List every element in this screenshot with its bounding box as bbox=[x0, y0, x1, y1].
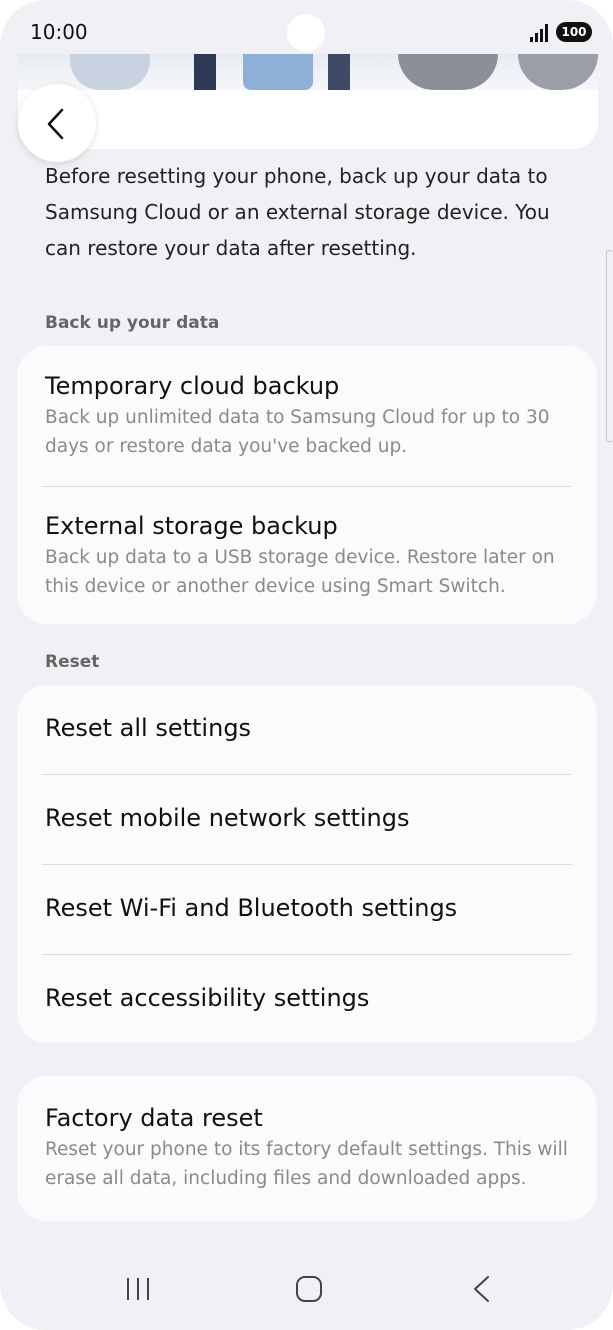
factory-reset-card: Factory data reset Reset your phone to i… bbox=[17, 1076, 597, 1221]
phone-screen: 10:00 100 Before resetting your phone, b… bbox=[0, 0, 613, 1330]
reset-mobile-network-settings-item[interactable]: Reset mobile network settings bbox=[45, 804, 410, 832]
reset-card: Reset all settings Reset mobile network … bbox=[17, 685, 597, 1043]
section-title-backup: Back up your data bbox=[45, 313, 220, 333]
recents-icon[interactable] bbox=[124, 1275, 152, 1303]
section-title-reset: Reset bbox=[45, 652, 100, 672]
signal-icon bbox=[530, 24, 548, 42]
item-description: Back up data to a USB storage device. Re… bbox=[45, 547, 555, 597]
illustration-shape bbox=[328, 54, 350, 90]
temporary-cloud-backup-item[interactable]: Temporary cloud backup Back up unlimited… bbox=[45, 372, 575, 461]
backup-card: Temporary cloud backup Back up unlimited… bbox=[17, 346, 597, 624]
status-bar: 10:00 100 bbox=[0, 0, 613, 56]
intro-text: Before resetting your phone, back up you… bbox=[45, 164, 550, 260]
front-camera bbox=[287, 14, 325, 52]
header-illustration bbox=[18, 54, 598, 149]
battery-icon: 100 bbox=[556, 22, 592, 42]
back-button[interactable] bbox=[18, 84, 96, 162]
home-icon[interactable] bbox=[295, 1275, 323, 1303]
factory-data-reset-item[interactable]: Factory data reset Reset your phone to i… bbox=[45, 1104, 575, 1193]
navigation-bar bbox=[0, 1255, 613, 1330]
chevron-left-icon bbox=[47, 108, 64, 140]
item-title: External storage backup bbox=[45, 512, 338, 540]
illustration-shape bbox=[194, 54, 216, 90]
item-description: Reset your phone to its factory default … bbox=[45, 1139, 568, 1189]
external-storage-backup-item[interactable]: External storage backup Back up data to … bbox=[45, 512, 575, 601]
divider bbox=[42, 954, 572, 955]
reset-all-settings-item[interactable]: Reset all settings bbox=[45, 714, 251, 742]
item-title: Temporary cloud backup bbox=[45, 372, 340, 400]
status-time: 10:00 bbox=[30, 20, 88, 44]
item-description: Back up unlimited data to Samsung Cloud … bbox=[45, 407, 550, 457]
scrollbar[interactable] bbox=[606, 250, 613, 442]
nav-back-icon[interactable] bbox=[468, 1275, 496, 1303]
divider bbox=[42, 486, 572, 487]
divider bbox=[42, 864, 572, 865]
item-title: Factory data reset bbox=[45, 1104, 263, 1132]
illustration-shape bbox=[243, 54, 313, 90]
divider bbox=[42, 774, 572, 775]
reset-wifi-bluetooth-settings-item[interactable]: Reset Wi-Fi and Bluetooth settings bbox=[45, 894, 457, 922]
reset-accessibility-settings-item[interactable]: Reset accessibility settings bbox=[45, 984, 369, 1012]
